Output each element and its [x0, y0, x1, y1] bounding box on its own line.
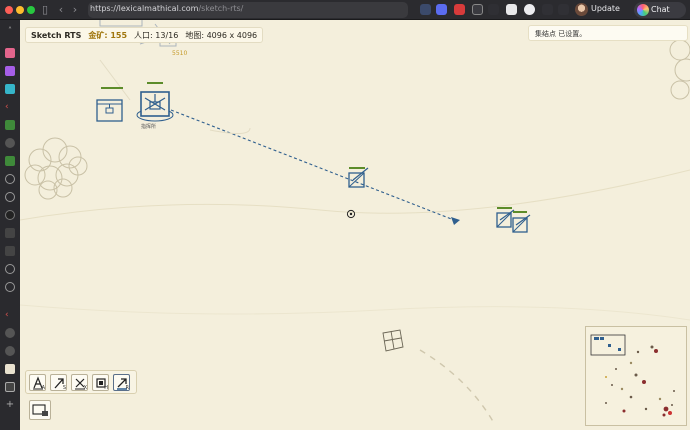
building-label: 指挥所	[141, 123, 156, 130]
resource-hud: Sketch RTS 金矿: 155 人口: 13/16 地图: 4096 x …	[25, 27, 264, 43]
hotkey-label: S	[62, 385, 66, 391]
sidebar-tab-purple[interactable]	[5, 66, 15, 76]
soldier-unit[interactable]	[348, 167, 369, 188]
globe-icon[interactable]	[5, 282, 15, 292]
map-size-label: 地图: 4096 x 4096	[185, 30, 258, 40]
chevron-left-icon[interactable]: ‹	[5, 102, 15, 112]
sidebar-tab-a-active[interactable]	[5, 382, 15, 392]
game-title: Sketch RTS	[31, 30, 82, 40]
github-icon[interactable]	[5, 328, 15, 338]
extension-discord-icon[interactable]	[436, 4, 447, 15]
globe-icon[interactable]	[5, 192, 15, 202]
notification-toast: 集结点 已设置。	[528, 25, 688, 41]
cursor-target-icon	[346, 209, 356, 219]
sidebar-tab-sketch[interactable]	[5, 364, 15, 374]
profile-avatar[interactable]	[575, 3, 588, 16]
terrain-ridge-dashed	[419, 349, 496, 426]
lock-icon[interactable]	[5, 210, 15, 220]
browser-toolbar: ▯ ‹ › https://lexicalmathical.com/sketch…	[0, 0, 690, 20]
hotkey-label: A	[41, 385, 45, 391]
address-bar-text: https://lexicalmathical.com/sketch-rts/	[90, 4, 244, 13]
sidebar-tab-a[interactable]	[5, 228, 15, 238]
terrain-contour	[20, 169, 690, 221]
sidebar-tab-cyan[interactable]	[5, 84, 15, 94]
faded-resource-label: 5510	[172, 50, 187, 57]
chat-button[interactable]: Chat	[634, 2, 686, 18]
terrain-contour	[209, 127, 251, 134]
barracks-building[interactable]	[96, 87, 123, 122]
move-command-button[interactable]: S	[50, 374, 67, 391]
tree-cluster	[24, 137, 88, 200]
github-icon[interactable]	[5, 138, 15, 148]
hold-command-button[interactable]: H	[92, 374, 109, 391]
command-post-building[interactable]	[136, 82, 174, 122]
chat-logo-icon	[637, 4, 649, 16]
gold-counter: 金矿: 155	[88, 30, 128, 40]
soldier-unit[interactable]	[512, 211, 531, 233]
extension-adblock-icon[interactable]	[454, 4, 465, 15]
soldier-unit[interactable]	[496, 207, 515, 228]
back-arrow-icon[interactable]: ‹	[54, 3, 68, 17]
chat-button-label: Chat	[651, 5, 670, 14]
close-window-button[interactable]	[5, 6, 13, 14]
command-bar: A S X H R	[25, 370, 137, 394]
rally-command-button[interactable]: R	[113, 374, 130, 391]
update-button[interactable]: Update	[591, 4, 620, 13]
attack-command-button[interactable]: A	[29, 374, 46, 391]
health-bar	[101, 87, 123, 89]
hotkey-label: R	[125, 385, 129, 391]
chevron-left-icon[interactable]: ‹	[5, 310, 15, 320]
hotkey-label: H	[104, 385, 108, 391]
stop-command-button[interactable]: X	[71, 374, 88, 391]
sidebar-toggle-icon[interactable]: ▯	[38, 3, 52, 17]
minimap[interactable]	[585, 326, 687, 426]
extension-notion-icon[interactable]	[506, 4, 517, 15]
bookmark-icon[interactable]	[420, 4, 431, 15]
forward-arrow-icon[interactable]: ›	[68, 3, 82, 17]
sidebar-tab-green-2[interactable]	[5, 156, 15, 166]
browser-sidebar: ˄ ‹ ‹ +	[0, 20, 20, 430]
sidebar-tab-grid[interactable]	[5, 246, 15, 256]
minimap-view	[590, 334, 675, 417]
extension-circle-icon[interactable]	[524, 4, 535, 15]
extension-gear-icon[interactable]	[488, 4, 499, 15]
tree-cluster	[669, 39, 690, 100]
rally-path	[170, 109, 455, 221]
rally-point-flag[interactable]	[451, 217, 460, 225]
extension-puzzle-icon[interactable]	[542, 4, 553, 15]
health-bar	[497, 207, 512, 209]
population-counter: 人口: 13/16	[134, 30, 179, 40]
sidebar-tab-green[interactable]	[5, 120, 15, 130]
health-bar	[349, 167, 365, 169]
select-box-icon	[32, 404, 48, 416]
game-canvas[interactable]: 5510 指挥所 Sketch RTS 金矿: 155 人口: 13/16 地图…	[20, 20, 690, 430]
terrain-contour	[20, 304, 690, 321]
neutral-structure[interactable]	[382, 329, 404, 352]
minimize-window-button[interactable]	[16, 6, 24, 14]
chevron-up-icon[interactable]: ˄	[5, 26, 15, 36]
health-bar	[513, 211, 527, 213]
github-icon[interactable]	[5, 346, 15, 356]
health-bar	[147, 82, 163, 84]
hotkey-label: X	[83, 385, 87, 391]
share-icon[interactable]	[558, 4, 569, 15]
new-tab-plus-icon[interactable]: +	[5, 400, 15, 410]
sidebar-tab-pink[interactable]	[5, 48, 15, 58]
globe-icon[interactable]	[5, 174, 15, 184]
select-all-button[interactable]	[29, 400, 51, 420]
zoom-window-button[interactable]	[27, 6, 35, 14]
terrain-contour	[99, 59, 131, 101]
extension-square-icon[interactable]	[472, 4, 483, 15]
globe-icon[interactable]	[5, 264, 15, 274]
